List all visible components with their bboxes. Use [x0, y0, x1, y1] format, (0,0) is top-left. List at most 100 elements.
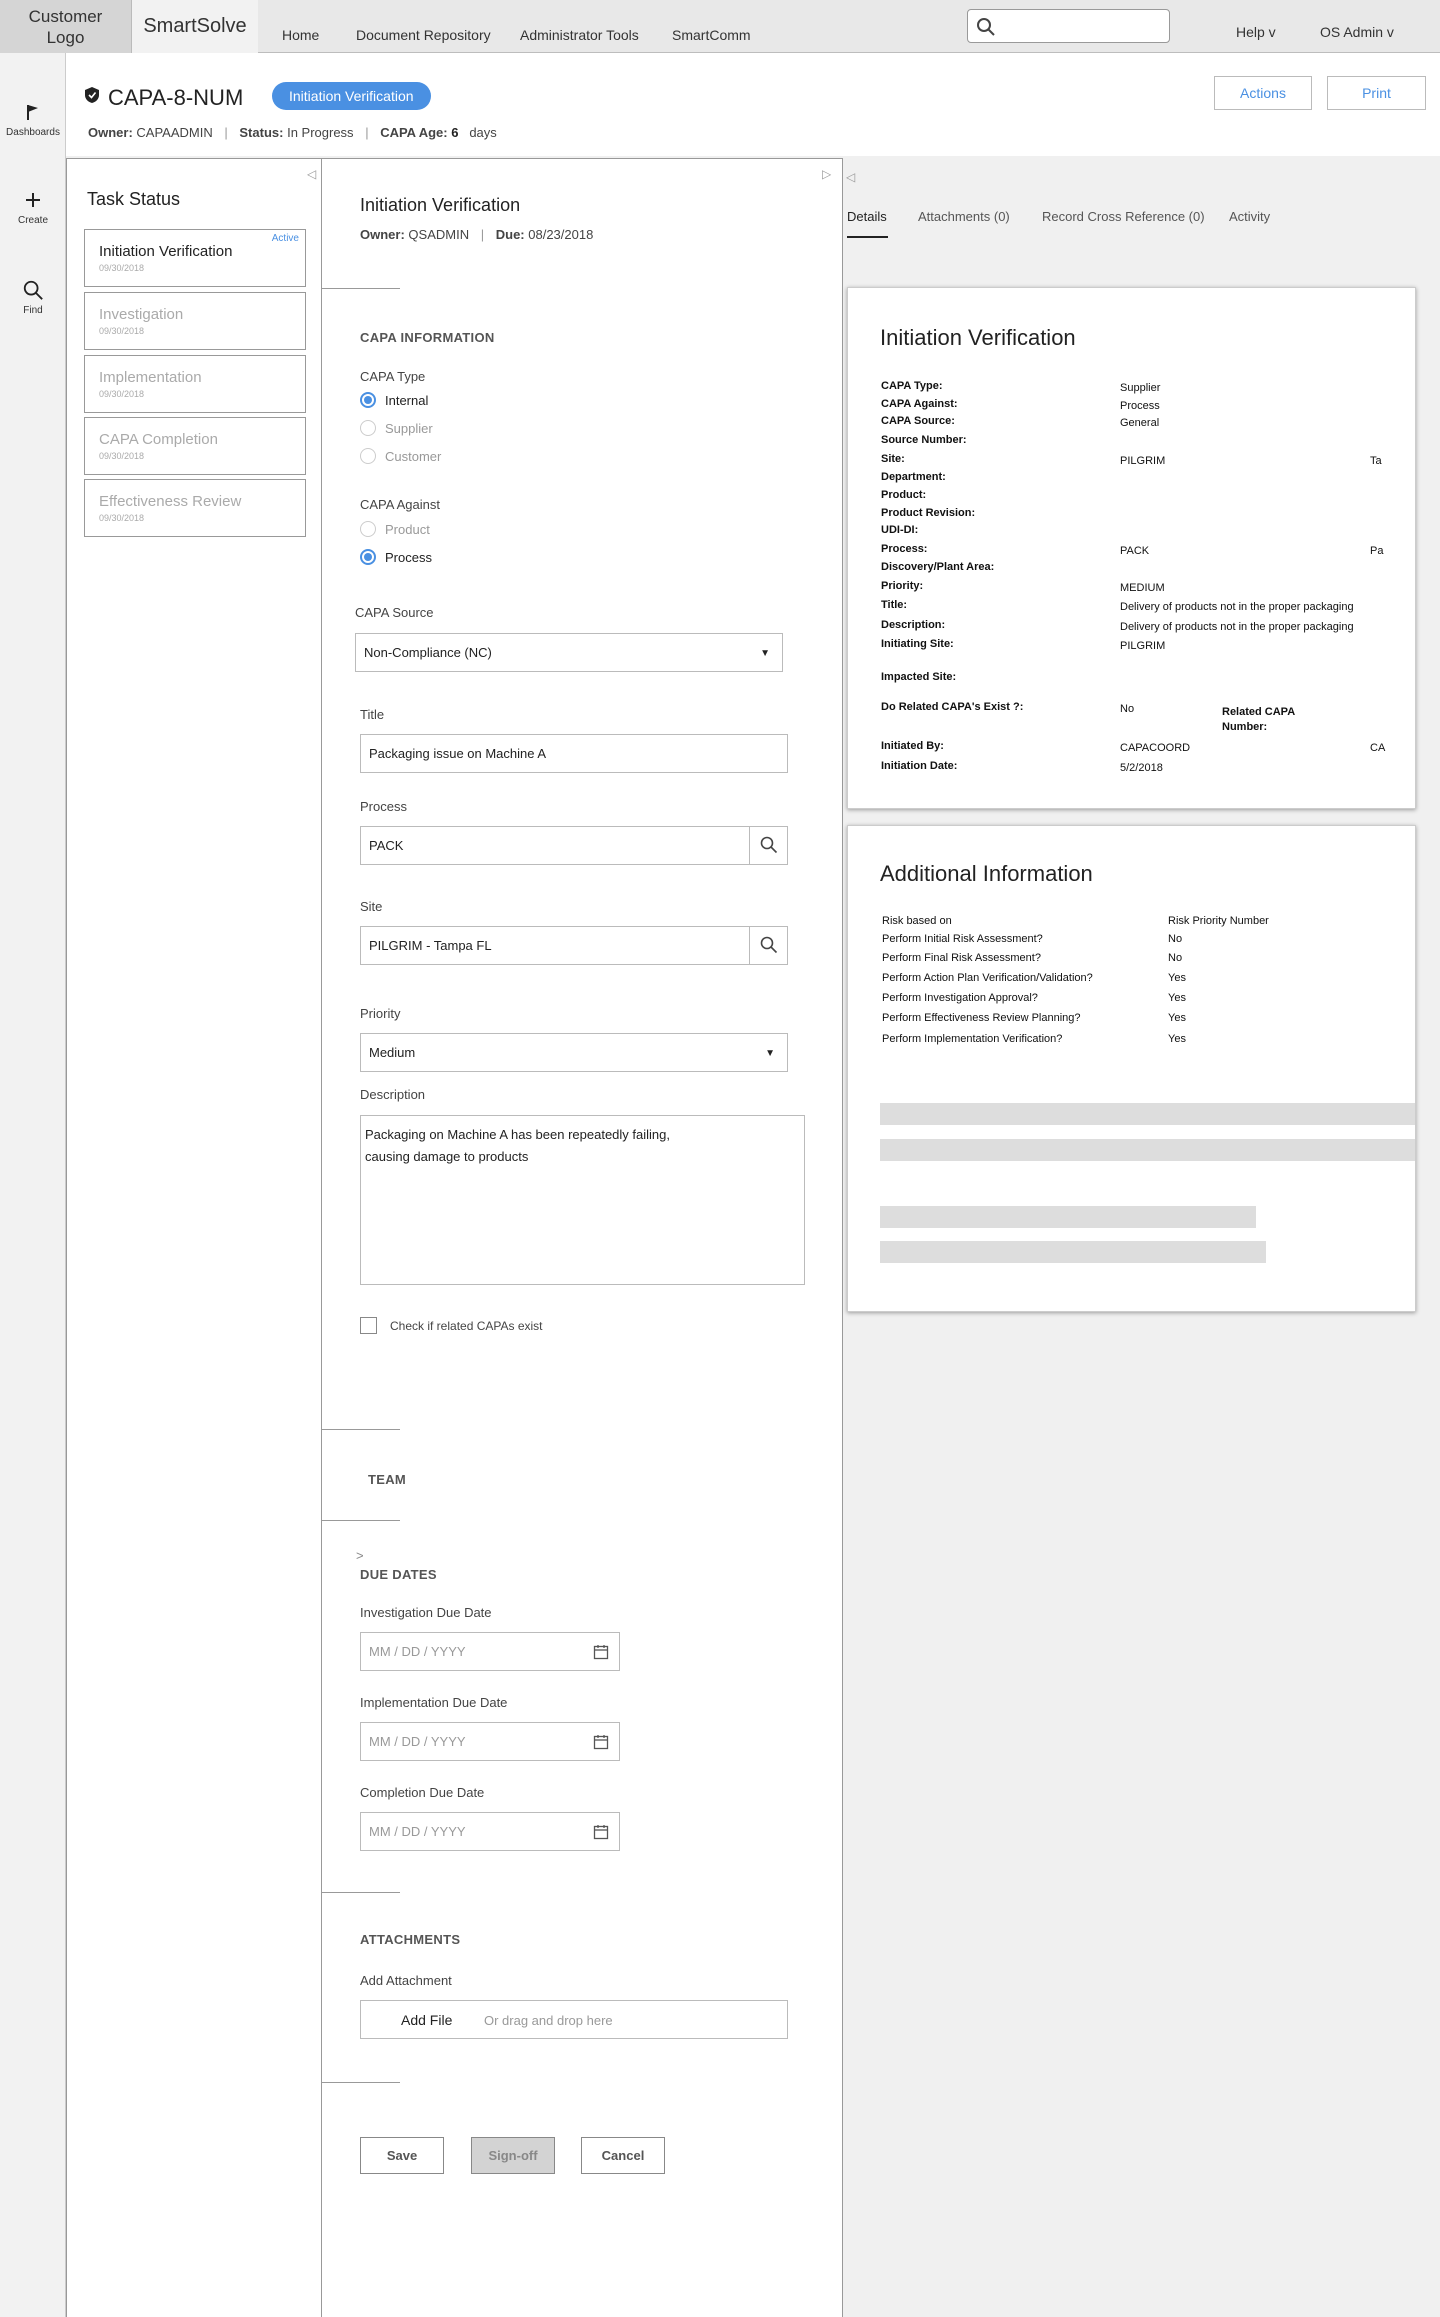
- customer-logo[interactable]: Customer Logo: [0, 0, 132, 53]
- detail-value: No: [1120, 703, 1135, 715]
- radio-product-label: Product: [385, 521, 430, 537]
- site-value: PILGRIM - Tampa FL: [369, 938, 492, 953]
- nav-administrator-tools[interactable]: Administrator Tools: [520, 27, 639, 43]
- form-owner-value: QSADMIN: [408, 227, 470, 242]
- additional-key: Perform Effectiveness Review Planning?: [882, 1012, 1081, 1024]
- investigation-due-input[interactable]: MM / DD / YYYY: [360, 1632, 620, 1671]
- task-capa-completion[interactable]: CAPA Completion 09/30/2018: [84, 417, 306, 475]
- collapse-left-icon[interactable]: ◁: [307, 167, 316, 181]
- age-value: 6: [451, 125, 459, 140]
- signoff-button[interactable]: Sign-off: [471, 2137, 555, 2174]
- detail-value: Supplier: [1120, 382, 1161, 394]
- detail-key: Discovery/Plant Area:: [881, 561, 995, 573]
- site-input[interactable]: PILGRIM - Tampa FL: [360, 926, 788, 965]
- tab-record-cross-reference[interactable]: Record Cross Reference (0): [1042, 209, 1205, 224]
- details-card-title: Initiation Verification: [880, 325, 1076, 350]
- add-file-button[interactable]: Add File: [401, 2012, 452, 2028]
- brand-name[interactable]: SmartSolve: [132, 0, 258, 53]
- date-placeholder: MM / DD / YYYY: [369, 1824, 466, 1839]
- detail-key: Description:: [881, 619, 946, 631]
- file-dropzone[interactable]: Add File Or drag and drop here: [360, 2000, 788, 2039]
- priority-label: Priority: [360, 1006, 401, 1021]
- implementation-due-input[interactable]: MM / DD / YYYY: [360, 1722, 620, 1761]
- cancel-button[interactable]: Cancel: [581, 2137, 665, 2174]
- nav-home[interactable]: Home: [282, 27, 319, 43]
- title-input[interactable]: Packaging issue on Machine A: [360, 734, 788, 773]
- related-capas-checkbox[interactable]: Check if related CAPAs exist: [360, 1317, 543, 1334]
- process-value: PACK: [369, 838, 404, 853]
- nav-document-repository[interactable]: Document Repository: [356, 27, 491, 43]
- related-capa-number-label-2: Number:: [1222, 721, 1268, 733]
- site-lookup-button[interactable]: [749, 927, 787, 964]
- section-divider: [322, 2082, 400, 2083]
- task-investigation[interactable]: Investigation 09/30/2018: [84, 292, 306, 350]
- capa-source-select[interactable]: Non-Compliance (NC) ▼: [355, 633, 783, 672]
- additional-value: Yes: [1168, 1033, 1186, 1045]
- chevron-right-icon[interactable]: >: [356, 1548, 364, 1563]
- calendar-icon[interactable]: [593, 1824, 609, 1840]
- detail-value: PILGRIM: [1120, 640, 1166, 652]
- detail-key: Source Number:: [881, 434, 967, 446]
- search-icon: [977, 18, 995, 36]
- owner-value: CAPAADMIN: [136, 125, 213, 140]
- detail-key: Department:: [881, 471, 946, 483]
- detail-value: MEDIUM: [1120, 582, 1165, 594]
- print-button[interactable]: Print: [1327, 76, 1426, 110]
- collapse-right-panel-icon[interactable]: ◁: [846, 170, 855, 184]
- status-value: In Progress: [287, 125, 354, 140]
- calendar-icon[interactable]: [593, 1734, 609, 1750]
- rail-create[interactable]: Create: [0, 189, 66, 226]
- task-implementation[interactable]: Implementation 09/30/2018: [84, 355, 306, 413]
- date-placeholder: MM / DD / YYYY: [369, 1734, 466, 1749]
- help-menu[interactable]: Help v: [1236, 24, 1276, 40]
- description-textarea[interactable]: Packaging on Machine A has been repeated…: [360, 1115, 805, 1285]
- radio-process[interactable]: Process: [360, 549, 432, 565]
- task-effectiveness-review[interactable]: Effectiveness Review 09/30/2018: [84, 479, 306, 537]
- global-search-input[interactable]: [967, 9, 1170, 43]
- process-lookup-button[interactable]: [749, 827, 787, 864]
- additional-value: No: [1168, 952, 1183, 964]
- tab-details[interactable]: Details: [847, 209, 887, 224]
- drag-drop-hint: Or drag and drop here: [484, 2013, 613, 2028]
- radio-process-label: Process: [385, 549, 432, 565]
- radio-product[interactable]: Product: [360, 521, 430, 537]
- additional-key: Perform Investigation Approval?: [882, 992, 1038, 1004]
- task-date: 09/30/2018: [99, 451, 145, 461]
- additional-value: No: [1168, 933, 1183, 945]
- nav-smartcomm[interactable]: SmartComm: [672, 27, 751, 43]
- rail-find-label: Find: [23, 305, 43, 316]
- shield-icon: [85, 87, 99, 103]
- task-status-panel: Task Status ◁ Active Initiation Verifica…: [66, 158, 322, 2317]
- expand-right-icon[interactable]: ▷: [822, 167, 831, 181]
- stage-pill: Initiation Verification: [272, 82, 431, 110]
- chevron-down-icon: ▼: [765, 1048, 775, 1059]
- detail-value: General: [1120, 417, 1160, 429]
- form-owner-label: Owner:: [360, 227, 405, 242]
- user-menu[interactable]: OS Admin v: [1320, 24, 1394, 40]
- radio-supplier[interactable]: Supplier: [360, 420, 433, 436]
- actions-button[interactable]: Actions: [1214, 76, 1312, 110]
- completion-due-input[interactable]: MM / DD / YYYY: [360, 1812, 620, 1851]
- tab-attachments[interactable]: Attachments (0): [918, 209, 1010, 224]
- section-divider: [322, 1520, 400, 1521]
- priority-select[interactable]: Medium ▼: [360, 1033, 788, 1072]
- rail-dashboards[interactable]: Dashboards: [0, 101, 66, 138]
- search-icon: [760, 936, 778, 954]
- radio-internal[interactable]: Internal: [360, 392, 428, 408]
- record-meta: Owner: CAPAADMIN | Status: In Progress |…: [88, 125, 497, 140]
- rail-find[interactable]: Find: [0, 279, 66, 316]
- team-heading[interactable]: TEAM: [368, 1472, 406, 1487]
- form-panel: ▷ Initiation Verification Owner: QSADMIN…: [322, 158, 843, 2317]
- process-input[interactable]: PACK: [360, 826, 788, 865]
- calendar-icon[interactable]: [593, 1644, 609, 1660]
- save-button[interactable]: Save: [360, 2137, 444, 2174]
- additional-key: Perform Final Risk Assessment?: [882, 952, 1041, 964]
- form-title: Initiation Verification: [360, 195, 521, 215]
- task-initiation-verification[interactable]: Active Initiation Verification 09/30/201…: [84, 229, 306, 287]
- capa-against-label: CAPA Against: [360, 497, 440, 512]
- radio-customer[interactable]: Customer: [360, 448, 441, 464]
- additional-key: Perform Implementation Verification?: [882, 1033, 1063, 1045]
- tab-activity[interactable]: Activity: [1229, 209, 1270, 224]
- detail-value: 5/2/2018: [1120, 762, 1163, 774]
- task-date: 09/30/2018: [99, 513, 145, 523]
